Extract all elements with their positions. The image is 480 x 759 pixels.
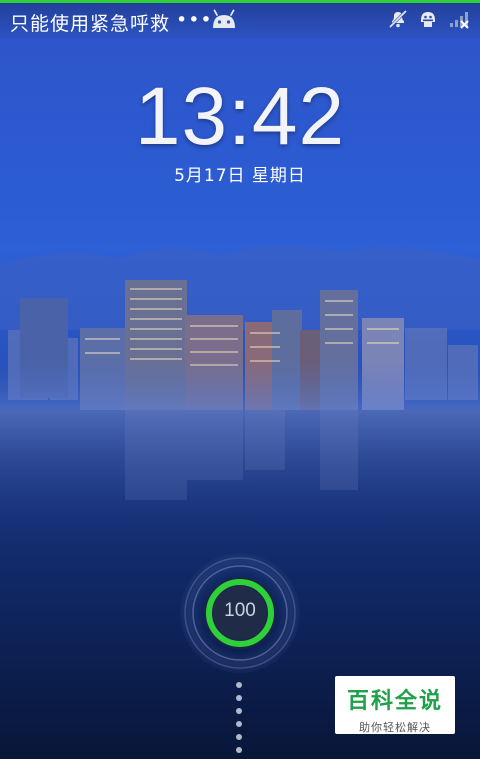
watermark-logo: 百科全说 助你轻松解决 bbox=[335, 676, 455, 734]
lockscreen-date: 5月17日 星期日 bbox=[174, 166, 306, 186]
unlock-drag-track bbox=[236, 682, 244, 759]
status-bar[interactable]: 只能使用紧急呼救 ••• bbox=[0, 0, 480, 38]
lockscreen-clock: 13:42 bbox=[134, 71, 346, 162]
charge-progress-bar bbox=[0, 0, 480, 3]
unlock-slider-handle[interactable]: 100 bbox=[180, 553, 300, 673]
status-icons bbox=[388, 9, 470, 29]
drag-dot bbox=[236, 721, 242, 727]
usb-debug-icon bbox=[421, 12, 435, 27]
mute-icon bbox=[388, 9, 408, 29]
battery-level-label: 100 bbox=[224, 600, 256, 621]
city-skyline-wallpaper bbox=[0, 245, 480, 540]
drag-dot bbox=[236, 747, 242, 753]
carrier-status-text: 只能使用紧急呼救 bbox=[10, 13, 171, 35]
watermark-title: 百科全说 bbox=[346, 689, 443, 714]
drag-dot bbox=[236, 695, 242, 701]
android-icon bbox=[213, 9, 235, 28]
drag-dot bbox=[236, 734, 242, 740]
drag-dot bbox=[236, 708, 242, 714]
no-signal-icon bbox=[450, 12, 469, 29]
drag-dot bbox=[236, 682, 242, 688]
more-notifications-indicator: ••• bbox=[176, 9, 213, 31]
watermark-subtitle: 助你轻松解决 bbox=[359, 721, 431, 734]
